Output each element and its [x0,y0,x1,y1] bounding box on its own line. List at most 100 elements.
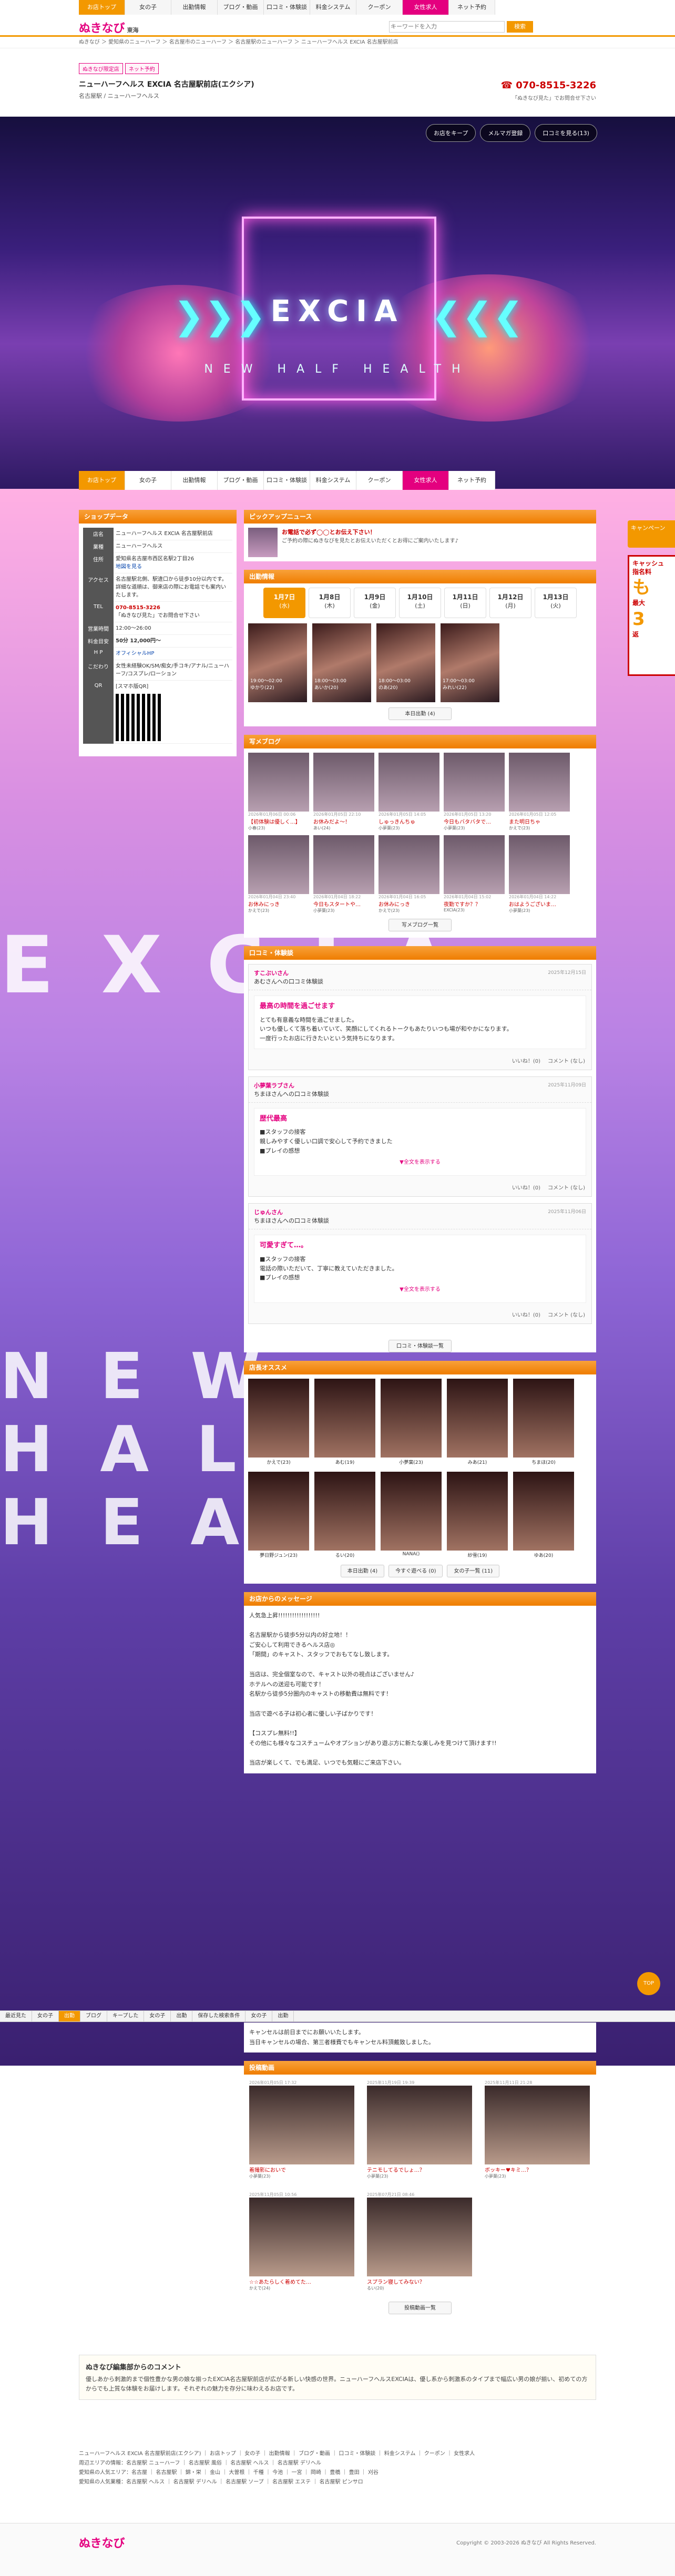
history-item[interactable]: 出勤 [171,2011,193,2021]
blog-item[interactable]: 2026年01月04日 18:22 今日もスタートや… 小夢葉(23) [313,835,374,914]
blog-photo[interactable] [509,753,570,812]
gnav-item[interactable]: お店トップ [79,0,125,15]
cast-card[interactable]: 18:00〜03:00 あいか(20) [312,623,371,702]
footer-link-row[interactable]: 愛知県の人気業種：名古屋駅 ヘルス ｜ 名古屋駅 デリヘル ｜ 名古屋駅 ソープ… [79,2478,596,2487]
recommend-photo[interactable] [314,1471,375,1551]
recommend-card[interactable]: NANA() [381,1471,442,1559]
video-item[interactable]: 2025年11月11日 21:28 ボッキー♥キミ…？ 小夢葉(23) [485,2080,590,2179]
shop-nav-item[interactable]: ブログ・動画 [218,471,264,490]
footer-logo[interactable]: ぬきなび [79,2534,125,2551]
blog-item[interactable]: 2026年01月05日 14:05 しゅっきんちゅ 小夢葉(23) [379,753,439,831]
video-list-button[interactable]: 投稿動画一覧 [388,2302,452,2315]
video-thumbnail[interactable] [367,2198,472,2277]
history-item[interactable]: 出勤 [272,2011,294,2021]
blog-photo[interactable] [313,835,374,894]
blog-photo[interactable] [444,753,505,812]
cast-card[interactable]: 19:00〜02:00 ゆかり(22) [248,623,307,702]
shop-nav-item[interactable]: 女の子 [125,471,171,490]
comment-button[interactable]: コメント (なし) [548,1310,585,1318]
blog-title[interactable]: おはようございま… [509,900,570,908]
video-item[interactable]: 2025年11月05日 10:56 ☆☆あたらしく着めてた… かえで(24) [249,2192,354,2291]
recommend-photo[interactable] [513,1378,574,1458]
official-hp-link[interactable]: オフィシャルHP [116,651,154,656]
video-title[interactable]: ボッキー♥キミ…？ [485,2166,590,2173]
search-button[interactable]: 検索 [507,21,533,33]
shop-nav-item[interactable]: 女性求人 [403,471,449,490]
blog-photo[interactable] [444,835,505,894]
footer-link-row[interactable]: ニューハーフヘルス EXCIA 名古屋駅前店(エクシア) ｜ お店トップ ｜ 女… [79,2449,596,2459]
gnav-item[interactable]: 女の子 [125,0,171,15]
recommend-photo[interactable] [381,1471,442,1551]
footer-link-row[interactable]: 愛知県の人気エリア：名古屋 ｜ 名古屋駅 ｜ 錦・栄 ｜ 金山 ｜ 大曽根 ｜ … [79,2468,596,2478]
cashback-banner[interactable]: キャッシュ 指名料 も 最大 3 返 [628,555,675,676]
video-item[interactable]: 2025年07月21日 08:46 スプラン寝してみない？ るい(20) [367,2192,472,2291]
review-user[interactable]: 小夢葉ラブさん [254,1082,294,1089]
shop-nav-item[interactable]: 料金システム [310,471,356,490]
blog-item[interactable]: 2026年01月04日 14:22 おはようございま… 小夢葉(23) [509,835,570,914]
history-item[interactable]: ブログ [80,2011,107,2021]
video-item[interactable]: 2026年01月05日 17:32 着撮影においで 小夢葉(23) [249,2080,354,2179]
blog-list-button[interactable]: 写メブログ一覧 [388,919,452,931]
blog-title[interactable]: お休みにっき [248,900,309,908]
comment-button[interactable]: コメント (なし) [548,1056,585,1064]
recommend-photo[interactable] [447,1378,508,1458]
video-title[interactable]: スプラン寝してみない？ [367,2277,472,2285]
video-title[interactable]: テニモしてるでしょ…？ [367,2166,472,2173]
review-user[interactable]: すこぶいさん [254,970,289,977]
recommend-card[interactable]: ゆあ(20) [513,1471,574,1559]
blog-photo[interactable] [509,835,570,894]
recommend-photo[interactable] [381,1378,442,1458]
blog-photo[interactable] [248,835,309,894]
today-schedule-button[interactable]: 本日出勤 (4) [388,707,452,720]
history-item[interactable]: 保存した検索条件 [192,2011,246,2021]
recommend-card[interactable]: ちまほ(20) [513,1378,574,1466]
recommend-photo[interactable] [314,1378,375,1458]
like-button[interactable]: いいね！(0) [512,1310,540,1318]
blog-item[interactable]: 2026年01月04日 15:02 夜勤ですか？？ EXCIA(23) [444,835,505,914]
blog-title[interactable]: お休みだよ〜！ [313,817,374,825]
date-tab[interactable]: 1月9日 (金) [354,588,396,618]
blog-title[interactable]: 【初体験は優しく...】 [248,817,309,825]
page-top-button[interactable]: TOP [637,1972,660,1995]
recommend-card[interactable]: みあ(21) [447,1378,508,1466]
expand-review-link[interactable]: ▼全文を表示する [260,1155,580,1170]
available-now-button[interactable]: 今すぐ遊べる (0) [388,1564,443,1577]
blog-title[interactable]: 今日もスタートや… [313,900,374,908]
recommend-photo[interactable] [248,1471,309,1551]
review-list-button[interactable]: 口コミ・体験談一覧 [388,1339,452,1352]
video-title[interactable]: 着撮影においで [249,2166,354,2173]
phone-number[interactable]: ☎ 070-8515-3226 [501,80,596,91]
shop-nav-item[interactable]: ネット予約 [449,471,495,490]
blog-photo[interactable] [379,835,439,894]
girl-list-button[interactable]: 女の子一覧 (11) [447,1564,500,1577]
today-button[interactable]: 本日出勤 (4) [340,1564,385,1577]
date-tab[interactable]: 1月11日 (日) [444,588,486,618]
video-thumbnail[interactable] [485,2086,590,2165]
history-item[interactable]: 女の子 [246,2011,273,2021]
blog-photo[interactable] [248,753,309,812]
history-item[interactable]: 女の子 [144,2011,171,2021]
date-tab[interactable]: 1月12日 (月) [489,588,531,618]
cast-card[interactable]: 18:00〜03:00 のあ(20) [376,623,435,702]
tel-text[interactable]: 070-8515-3226 [116,604,230,612]
blog-item[interactable]: 2026年01月05日 12:05 また明日ちゃ かえで(23) [509,753,570,831]
gnav-item[interactable]: 口コミ・体験談 [264,0,310,15]
campaign-tab[interactable]: キャンペーン [628,520,675,548]
news-headline[interactable]: お電話で必ず◯◯とお伝え下さい！ [282,528,458,536]
recommend-photo[interactable] [447,1471,508,1551]
view-reviews-button[interactable]: 口コミを見る(13) [535,124,597,142]
gnav-item[interactable]: ネット予約 [449,0,495,15]
video-thumbnail[interactable] [367,2086,472,2165]
blog-item[interactable]: 2026年01月05日 22:10 お休みだよ〜！ あい(24) [313,753,374,831]
gnav-item[interactable]: 女性求人 [403,0,449,15]
newsletter-button[interactable]: メルマガ登録 [480,124,531,142]
news-thumbnail[interactable] [248,528,278,557]
review-user[interactable]: じゅんさん [254,1209,283,1216]
history-item[interactable]: キープした [107,2011,145,2021]
recommend-photo[interactable] [513,1471,574,1551]
date-tab[interactable]: 1月13日 (火) [535,588,577,618]
recommend-card[interactable]: るい(20) [314,1471,375,1559]
history-item[interactable]: 最近見た [0,2011,32,2021]
shop-nav-item[interactable]: お店トップ [79,471,125,490]
blog-photo[interactable] [313,753,374,812]
